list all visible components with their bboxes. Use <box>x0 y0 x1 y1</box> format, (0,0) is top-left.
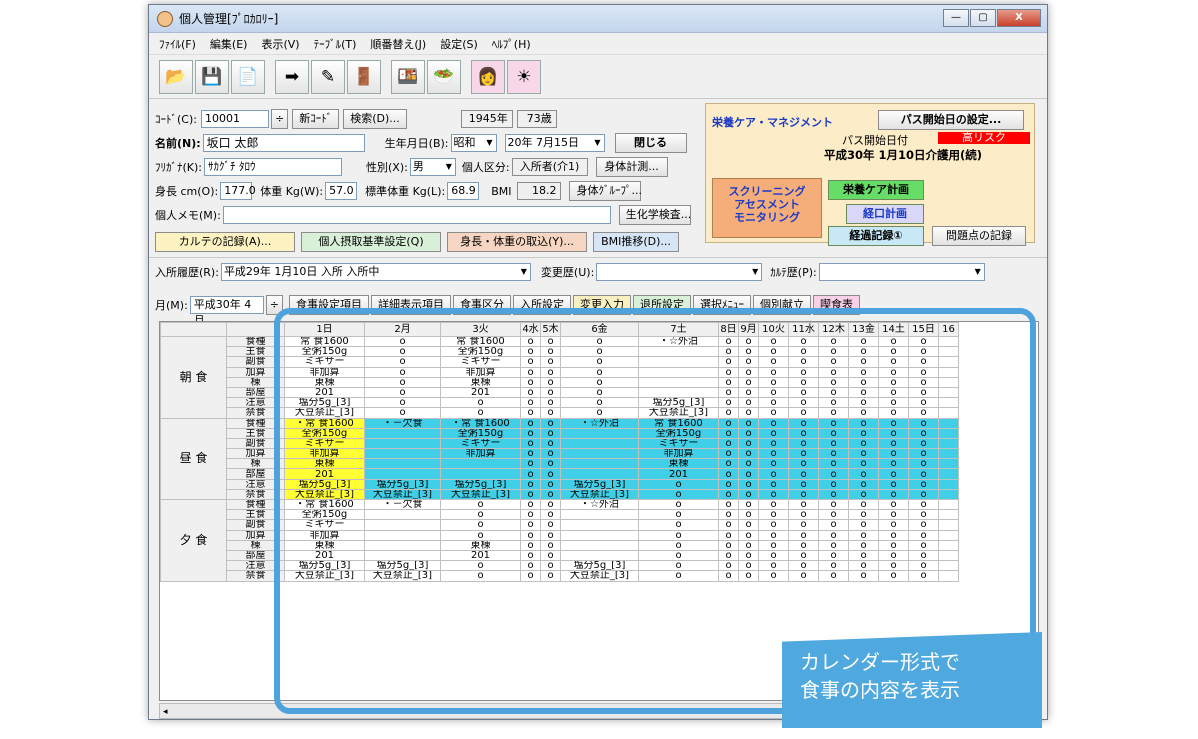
birth-label: 生年月日(B): <box>384 137 449 150</box>
minimize-button[interactable]: — <box>943 9 969 27</box>
std-weight-label: 標準体重 Kg(L): <box>365 185 446 198</box>
close-window-button[interactable]: X <box>997 9 1041 27</box>
save-icon[interactable]: 💾 <box>195 59 229 94</box>
change-history-label: 変更歴(U): <box>540 266 595 279</box>
note-line-1: カレンダー形式で <box>800 650 960 674</box>
karte-history-select[interactable] <box>818 263 985 281</box>
sun-icon[interactable]: ☀ <box>507 59 541 94</box>
birth-year: 1945年 <box>460 110 513 128</box>
corner-cell <box>160 322 227 337</box>
pass-start-label: パス開始日付 <box>842 134 908 147</box>
menu-edit[interactable]: 編集(E) <box>210 36 248 52</box>
age: 73歳 <box>516 110 557 128</box>
person-meal-icon[interactable]: 🍱 <box>391 59 425 94</box>
sex-label: 性別(X): <box>366 161 408 174</box>
door-icon[interactable]: 🚪 <box>347 59 381 94</box>
code-input[interactable]: 10001 <box>200 110 269 128</box>
kana-input[interactable]: ｻｶｸﾞﾁ ﾀﾛｳ <box>204 158 343 176</box>
std-weight-input[interactable]: 68.9 <box>447 182 480 200</box>
edit-icon[interactable]: ✎ <box>311 59 345 94</box>
meal-label: 夕 食 <box>160 499 227 582</box>
karte-button[interactable]: カルテの記録(A)... <box>155 232 295 252</box>
month-input[interactable]: 平成30年 4月 <box>189 296 264 327</box>
history-select[interactable]: 平成29年 1月10日 入所 入所中 <box>220 263 531 281</box>
scroll-left-icon[interactable]: ◂ <box>160 707 168 717</box>
import-button[interactable]: 身長・体重の取込(Y)... <box>447 232 587 252</box>
weight-label: 体重 Kg(W): <box>260 185 324 198</box>
progress-record-button[interactable]: 経過記録① <box>828 226 924 246</box>
name-label: 名前(N): <box>155 137 201 150</box>
menu-order[interactable]: 順番替え(J) <box>370 36 426 52</box>
change-history-select[interactable] <box>596 263 763 281</box>
nutrition-panel: 栄養ケア・マネジメント パス開始日の設定... パス開始日付 高リスク 平成30… <box>705 103 1035 246</box>
close-button[interactable]: 閉じる <box>614 133 687 153</box>
chef-icon[interactable]: 👩 <box>471 59 505 94</box>
menu-file[interactable]: ﾌｧｲﾙ(F) <box>159 36 196 52</box>
bmi-value: 18.2 <box>517 182 562 200</box>
exit-icon[interactable]: ➡ <box>275 59 309 94</box>
kana-label: ﾌﾘｶﾞﾅ(K): <box>155 161 203 174</box>
menu-settings[interactable]: 設定(S) <box>440 36 478 52</box>
window-title: 個人管理[ﾌﾟﾛｶﾛﾘｰ] <box>179 12 279 26</box>
menu-view[interactable]: 表示(V) <box>261 36 299 52</box>
biochem-button[interactable]: 生化学検査... <box>618 205 691 225</box>
copy-icon[interactable]: 📄 <box>231 59 265 94</box>
salad-icon[interactable]: 🥗 <box>427 59 461 94</box>
pass-start-button[interactable]: パス開始日の設定... <box>878 110 1024 130</box>
weight-input[interactable]: 57.0 <box>325 182 358 200</box>
name-input[interactable]: 坂口 太郎 <box>202 134 365 152</box>
menu-bar: ﾌｧｲﾙ(F) 編集(E) 表示(V) ﾃｰﾌﾞﾙ(T) 順番替え(J) 設定(… <box>149 33 1047 55</box>
toolbar: 📂 💾 📄 ➡ ✎ 🚪 🍱 🥗 👩 ☀ <box>149 55 1047 99</box>
pass-date: 平成30年 1月10日介護用(続) <box>824 148 983 162</box>
kubun-value: 入所者(介1) <box>511 158 588 176</box>
meal-label: 朝 食 <box>160 336 227 419</box>
app-icon <box>157 10 173 27</box>
callout-note: カレンダー形式で 食事の内容を表示 <box>782 632 1042 728</box>
intake-standard-button[interactable]: 個人摂取基準設定(Q) <box>301 232 441 252</box>
code-spinner[interactable]: ÷ <box>270 109 289 129</box>
search-button[interactable]: 検索(D)... <box>343 109 407 129</box>
month-label: 月(M): <box>155 299 188 312</box>
karte-history-label: ｶﾙﾃ歴(P): <box>770 266 817 279</box>
sex-select[interactable]: 男 <box>409 158 456 176</box>
risk-badge: 高リスク <box>938 132 1030 144</box>
new-code-button[interactable]: 新ｺｰﾄﾞ <box>292 109 340 129</box>
memo-input[interactable] <box>222 206 611 224</box>
body-group-button[interactable]: 身体ｸﾞﾙｰﾌﾟ... <box>569 181 642 201</box>
body-measure-button[interactable]: 身体計測... <box>595 157 668 177</box>
kubun-label: 個人区分: <box>461 161 510 174</box>
folder-open-icon[interactable]: 📂 <box>159 59 193 94</box>
maximize-button[interactable]: ▢ <box>970 9 996 27</box>
height-input[interactable]: 177.0 <box>220 182 256 200</box>
menu-help[interactable]: ﾍﾙﾌﾟ(H) <box>492 36 531 52</box>
note-line-2: 食事の内容を表示 <box>800 678 960 702</box>
oral-plan-button[interactable]: 経口計画 <box>846 204 924 224</box>
menu-table[interactable]: ﾃｰﾌﾞﾙ(T) <box>314 36 357 52</box>
care-plan-button[interactable]: 栄養ケア計画 <box>828 180 924 200</box>
bmi-label: BMI <box>491 184 512 198</box>
history-label: 入所履歴(R): <box>155 266 219 279</box>
era-select[interactable]: 昭和 <box>450 134 497 152</box>
memo-label: 個人メモ(M): <box>155 209 221 222</box>
bmi-trend-button[interactable]: BMI推移(D)... <box>593 232 679 252</box>
panel-title: 栄養ケア・マネジメント <box>712 116 833 129</box>
code-label: ｺｰﾄﾞ(C): <box>155 113 197 126</box>
meal-label: 昼 食 <box>160 417 227 500</box>
height-label: 身長 cm(O): <box>155 185 219 198</box>
problem-record-button[interactable]: 問題点の記録 <box>932 226 1026 246</box>
screening-button[interactable]: スクリーニング アセスメント モニタリング <box>712 178 822 238</box>
title-bar: 個人管理[ﾌﾟﾛｶﾛﾘｰ] — ▢ X <box>149 5 1047 33</box>
birth-date-select[interactable]: 20年 7月15日 <box>504 134 605 152</box>
